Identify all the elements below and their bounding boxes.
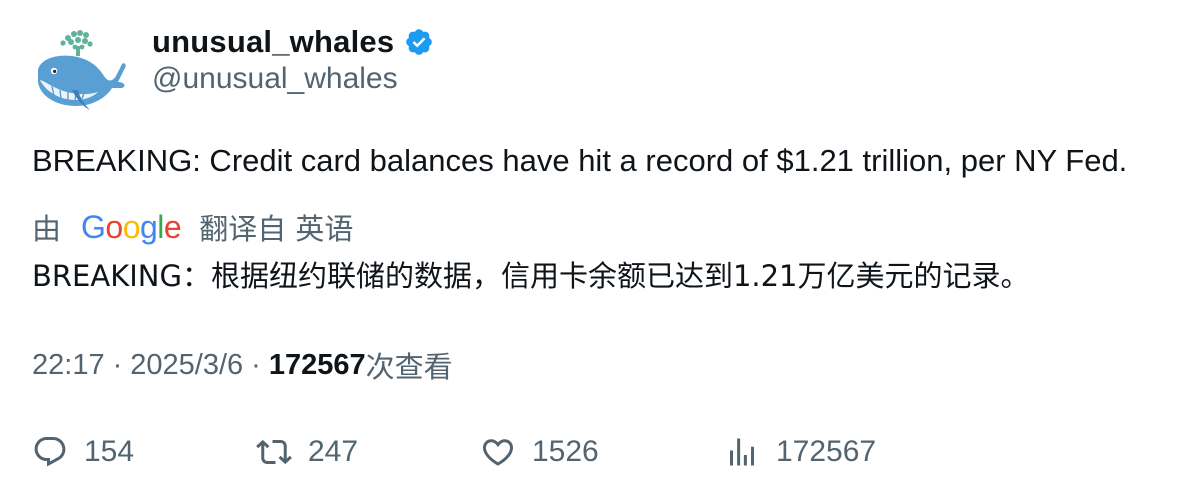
- meta-separator: ·: [112, 348, 123, 381]
- analytics-icon: [730, 438, 754, 466]
- views-count: 172567: [268, 348, 366, 381]
- like-count: 1526: [532, 435, 599, 468]
- tweet-meta: 22:17 · 2025/3/6 · 172567 次查看: [32, 345, 453, 385]
- reply-icon: [34, 437, 66, 467]
- reply-button[interactable]: 154: [32, 432, 134, 472]
- tweet-time[interactable]: 22:17: [32, 349, 105, 382]
- tweet-date[interactable]: 2025/3/6: [130, 349, 243, 382]
- verified-badge-icon[interactable]: [404, 27, 434, 57]
- translation-attribution[interactable]: 由 Google 翻译自 英语: [32, 207, 353, 247]
- author-handle[interactable]: @unusual_whales: [152, 62, 398, 96]
- avatar[interactable]: [32, 26, 128, 114]
- like-button[interactable]: 1526: [480, 432, 599, 472]
- translation-suffix: 翻译自 英语: [199, 212, 354, 246]
- views-label: 次查看: [365, 350, 453, 384]
- author-display-name[interactable]: unusual_whales: [152, 24, 394, 60]
- heart-icon: [482, 439, 514, 466]
- tweet-text: BREAKING: Credit card balances have hit …: [32, 143, 1128, 178]
- retweet-count: 247: [308, 435, 359, 468]
- retweet-button[interactable]: 247: [256, 432, 358, 472]
- views-button[interactable]: 172567: [724, 432, 876, 472]
- author-name-row: unusual_whales: [152, 22, 434, 62]
- translation-prefix: 由: [32, 212, 62, 246]
- translated-tweet-text: BREAKING：根据纽约联储的数据，信用卡余额已达到1.21万亿美元的记录。: [32, 259, 1030, 293]
- google-logo: Google: [81, 208, 182, 245]
- views-action-count: 172567: [776, 435, 877, 468]
- reply-count: 154: [84, 435, 135, 468]
- meta-separator: ·: [251, 348, 261, 381]
- retweet-icon: [256, 439, 292, 465]
- whale-avatar-icon: [38, 30, 126, 110]
